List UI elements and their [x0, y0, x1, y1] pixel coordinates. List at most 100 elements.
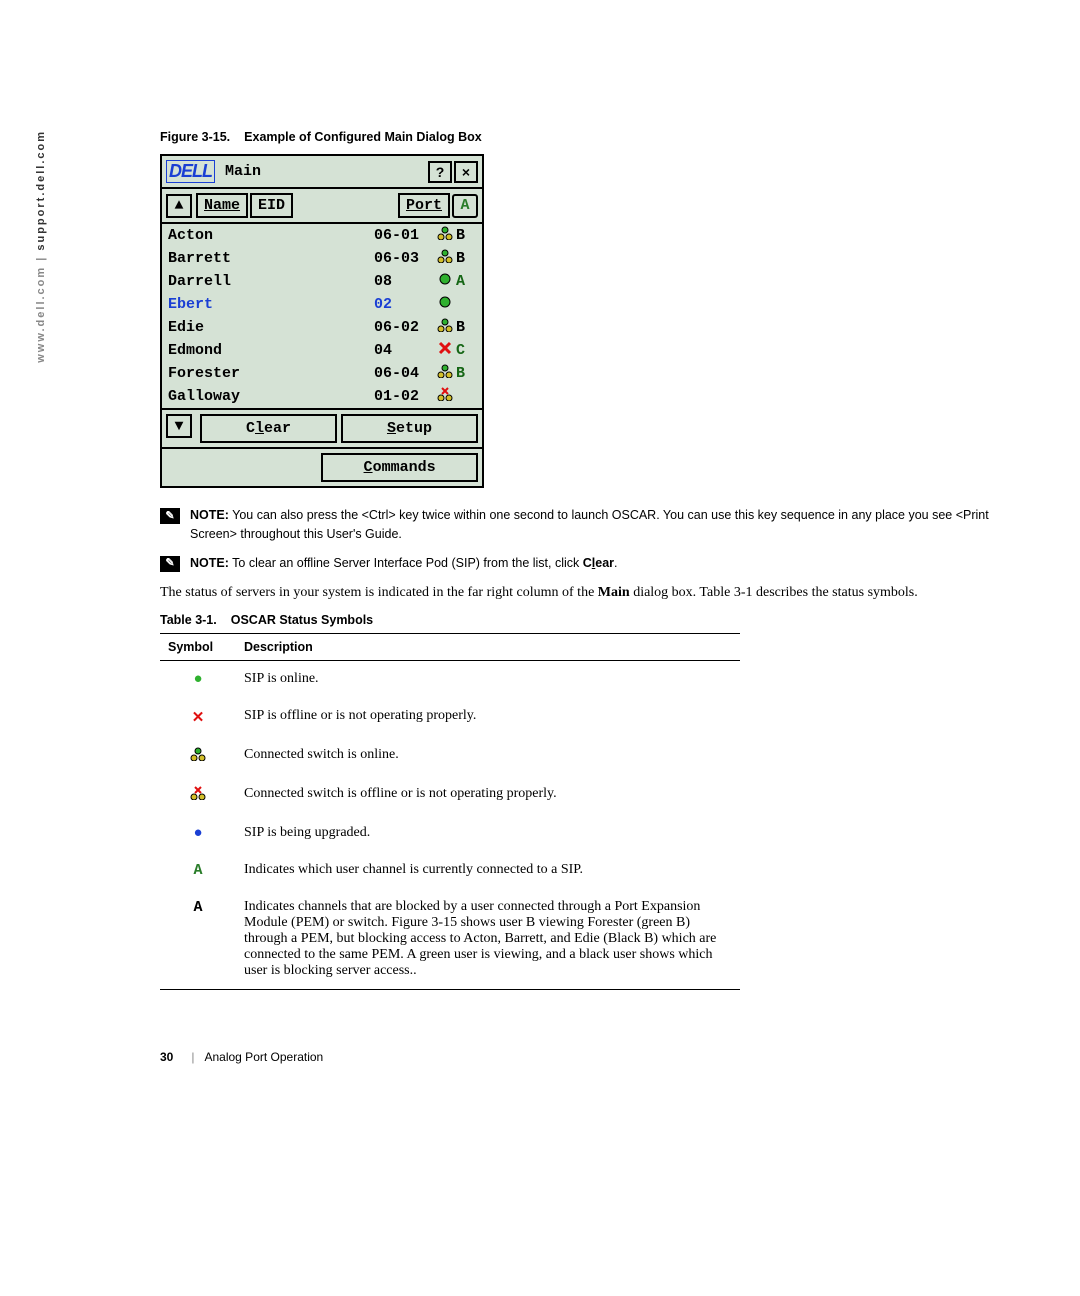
clear-button[interactable]: Clear — [200, 414, 337, 443]
figure-caption: Figure 3-15. Example of Configured Main D… — [160, 130, 1020, 144]
column-header-row: ▲ Name EID Port A — [162, 189, 482, 224]
note-2-text: NOTE: To clear an offline Server Interfa… — [190, 554, 1020, 573]
channel-indicator: C — [456, 342, 476, 359]
table-caption: Table 3-1. OSCAR Status Symbols — [160, 613, 1020, 627]
status-icon — [434, 249, 456, 268]
channel-indicator: B — [456, 250, 476, 267]
description-cell: Indicates channels that are blocked by a… — [236, 889, 740, 990]
note-2: ✎ NOTE: To clear an offline Server Inter… — [160, 554, 1020, 573]
status-icon — [434, 341, 456, 360]
status-icon — [434, 295, 456, 314]
server-name: Edie — [168, 319, 374, 336]
side-url-dark: support.dell.com — [35, 130, 47, 251]
main-dialog: DELL Main ? × ▲ Name EID Port A Acton06-… — [160, 154, 484, 488]
server-list: Acton06-01BBarrett06-03BDarrell08AEbert0… — [162, 224, 482, 408]
channel-indicator: B — [456, 227, 476, 244]
description-cell: SIP is online. — [236, 661, 740, 699]
dell-logo: DELL — [166, 160, 215, 183]
eid-column-header[interactable]: EID — [250, 193, 293, 218]
symbol-cell: ● — [160, 815, 236, 852]
symbol-cell: ● — [160, 661, 236, 699]
body-paragraph: The status of servers in your system is … — [160, 582, 1020, 603]
page-number: 30 — [160, 1050, 173, 1064]
description-cell: Connected switch is online. — [236, 737, 740, 776]
footer-separator: | — [191, 1050, 194, 1064]
symbol-cell: ✕ — [160, 698, 236, 737]
server-row[interactable]: Ebert02 — [162, 293, 482, 316]
table-row: AIndicates channels that are blocked by … — [160, 889, 740, 990]
server-name: Ebert — [168, 296, 374, 313]
channel-indicator: B — [456, 319, 476, 336]
th-description: Description — [236, 634, 740, 661]
side-url-light: www.dell.com | — [35, 251, 47, 363]
server-name: Galloway — [168, 388, 374, 405]
server-row[interactable]: Acton06-01 B — [162, 224, 482, 247]
description-cell: Connected switch is offline or is not op… — [236, 776, 740, 815]
user-a-indicator: A — [452, 194, 478, 218]
symbol-cell: A — [160, 889, 236, 990]
table-row: ●SIP is online. — [160, 661, 740, 699]
description-cell: Indicates which user channel is currentl… — [236, 852, 740, 889]
figure-title: Example of Configured Main Dialog Box — [244, 130, 482, 144]
channel-indicator: B — [456, 365, 476, 382]
status-icon — [434, 318, 456, 337]
name-column-header[interactable]: Name — [196, 193, 248, 218]
server-row[interactable]: Darrell08 A — [162, 270, 482, 293]
logo-text: DELL — [166, 160, 215, 183]
symbol-cell — [160, 737, 236, 776]
server-port: 08 — [374, 273, 434, 290]
table-row: Connected switch is online. — [160, 737, 740, 776]
th-symbol: Symbol — [160, 634, 236, 661]
scroll-up-button[interactable]: ▲ — [166, 194, 192, 218]
server-port: 02 — [374, 296, 434, 313]
symbol-cell: A — [160, 852, 236, 889]
server-port: 01-02 — [374, 388, 434, 405]
sidebar-url: www.dell.com | support.dell.com — [35, 130, 47, 363]
server-name: Darrell — [168, 273, 374, 290]
table-row: Connected switch is offline or is not op… — [160, 776, 740, 815]
server-row[interactable]: Barrett06-03 B — [162, 247, 482, 270]
note-1: ✎ NOTE: You can also press the <Ctrl> ke… — [160, 506, 1020, 544]
page-footer: 30 | Analog Port Operation — [160, 1050, 1020, 1064]
help-button[interactable]: ? — [428, 161, 452, 183]
status-icon — [434, 387, 456, 406]
server-row[interactable]: Galloway01-02 — [162, 385, 482, 408]
port-column-header[interactable]: Port — [398, 193, 450, 218]
dialog-title: Main — [225, 163, 426, 180]
note-icon: ✎ — [160, 556, 180, 572]
section-name: Analog Port Operation — [204, 1050, 323, 1064]
titlebar: DELL Main ? × — [162, 156, 482, 189]
status-icon — [434, 272, 456, 291]
server-row[interactable]: Edmond04 C — [162, 339, 482, 362]
note-icon: ✎ — [160, 508, 180, 524]
commands-button[interactable]: Commands — [321, 453, 478, 482]
server-name: Barrett — [168, 250, 374, 267]
close-button[interactable]: × — [454, 161, 478, 183]
status-icon — [434, 364, 456, 383]
server-port: 06-03 — [374, 250, 434, 267]
table-title: OSCAR Status Symbols — [231, 613, 373, 627]
scroll-down-button[interactable]: ▼ — [166, 414, 192, 438]
server-port: 06-04 — [374, 365, 434, 382]
table-number: Table 3-1. — [160, 613, 217, 627]
symbol-cell — [160, 776, 236, 815]
server-name: Acton — [168, 227, 374, 244]
server-name: Edmond — [168, 342, 374, 359]
server-port: 04 — [374, 342, 434, 359]
server-port: 06-01 — [374, 227, 434, 244]
status-symbols-table: Symbol Description ●SIP is online.✕SIP i… — [160, 633, 740, 990]
status-icon — [434, 226, 456, 245]
description-cell: SIP is offline or is not operating prope… — [236, 698, 740, 737]
note-1-text: NOTE: You can also press the <Ctrl> key … — [190, 506, 1020, 544]
server-row[interactable]: Edie06-02B — [162, 316, 482, 339]
description-cell: SIP is being upgraded. — [236, 815, 740, 852]
table-row: ✕SIP is offline or is not operating prop… — [160, 698, 740, 737]
table-row: AIndicates which user channel is current… — [160, 852, 740, 889]
setup-button[interactable]: Setup — [341, 414, 478, 443]
channel-indicator: A — [456, 273, 476, 290]
table-row: ●SIP is being upgraded. — [160, 815, 740, 852]
page-content: Figure 3-15. Example of Configured Main D… — [160, 0, 1020, 1064]
server-row[interactable]: Forester06-04 B — [162, 362, 482, 385]
figure-number: Figure 3-15. — [160, 130, 230, 144]
server-name: Forester — [168, 365, 374, 382]
